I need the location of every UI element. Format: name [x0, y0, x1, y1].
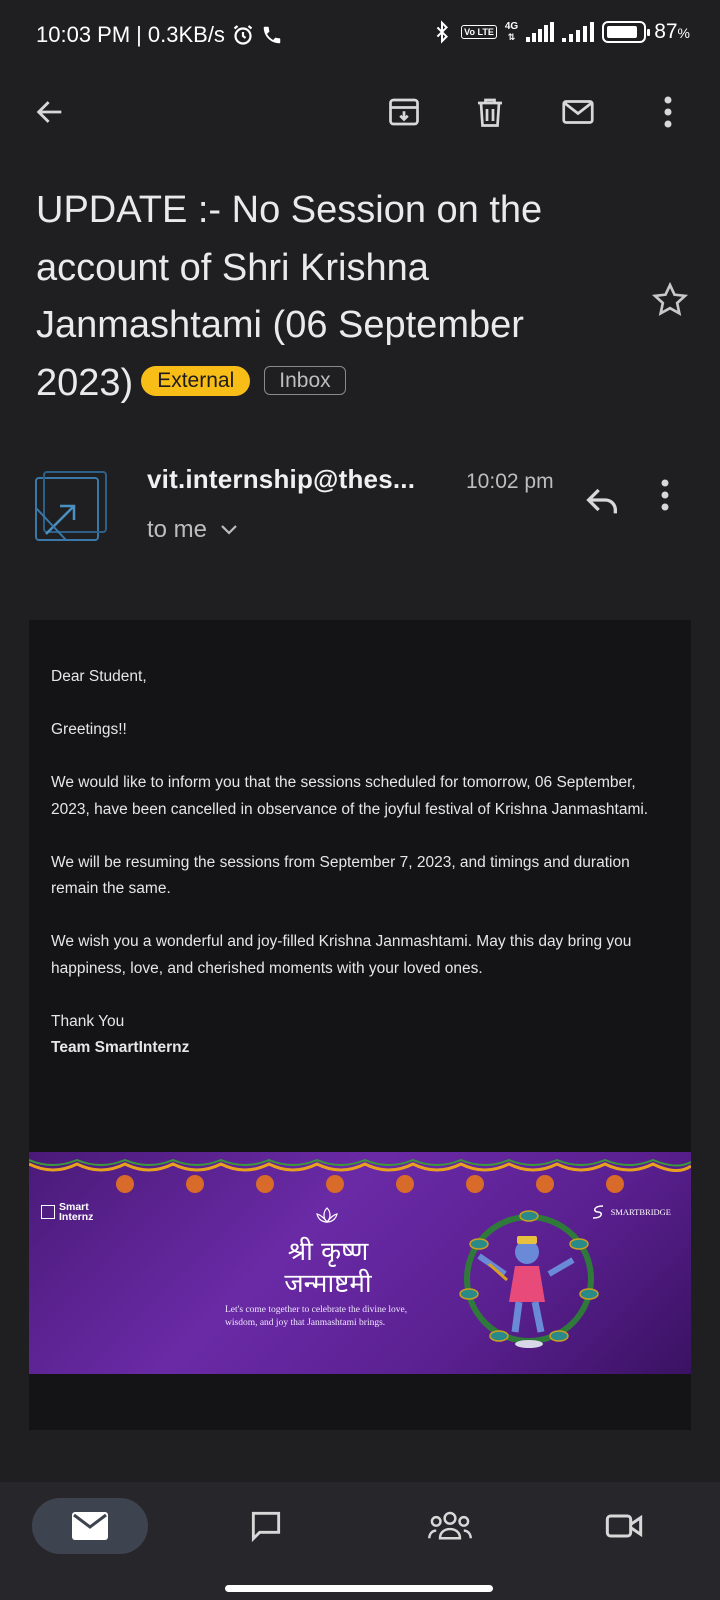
body-paragraph-1: We would like to inform you that the ses…	[51, 774, 649, 818]
signature: Team SmartInternz	[51, 1039, 190, 1056]
email-body: Dear Student, Greetings!! We would like …	[29, 620, 691, 1430]
gesture-home-bar[interactable]	[225, 1585, 493, 1592]
back-button[interactable]	[26, 88, 74, 136]
delete-button[interactable]	[466, 88, 514, 136]
reply-button[interactable]	[582, 480, 626, 524]
bottom-navigation	[0, 1482, 720, 1600]
more-options-button[interactable]	[648, 88, 688, 136]
trash-icon	[478, 98, 502, 127]
mail-icon	[72, 1512, 108, 1540]
status-left: 10:03 PM | 0.3KB/s	[36, 22, 283, 48]
krishna-illustration	[459, 1210, 599, 1348]
bluetooth-icon	[431, 20, 453, 44]
battery-percent: 87%	[654, 20, 690, 43]
volte-badge: Vo LTE	[461, 25, 497, 39]
more-vertical-icon	[664, 96, 672, 128]
call-icon	[261, 24, 283, 46]
banner-tagline: Let's come together to celebrate the div…	[225, 1305, 408, 1328]
nav-chat[interactable]	[238, 1498, 294, 1554]
email-toolbar	[0, 82, 720, 142]
signal-icon-sim2	[562, 22, 595, 42]
archive-icon	[389, 98, 419, 126]
gmail-email-screen: 10:03 PM | 0.3KB/s Vo LTE 4G ⇅ 87% UPDAT…	[0, 0, 720, 1600]
inbox-label[interactable]: Inbox	[264, 365, 346, 395]
janmashtami-banner-image[interactable]: Smart Internz SMARTBRIDGE श्री कृष्ण जन्म…	[29, 1152, 691, 1374]
network-type: 4G ⇅	[504, 21, 519, 43]
greeting: Dear Student,	[51, 668, 147, 685]
body-line-greetings: Greetings!!	[51, 721, 127, 738]
nav-mail[interactable]	[32, 1498, 148, 1554]
banner-title: श्री कृष्ण जन्माष्टमी	[284, 1237, 372, 1299]
spaces-icon	[428, 1511, 472, 1540]
email-body-text: Dear Student, Greetings!! We would like …	[51, 664, 671, 1062]
battery-level	[607, 26, 638, 38]
body-paragraph-2: We will be resuming the sessions from Se…	[51, 853, 630, 898]
smartinternz-logo: Smart Internz	[41, 1202, 93, 1222]
nav-spaces[interactable]	[420, 1498, 480, 1554]
sender-email[interactable]: vit.internship@thes...	[147, 464, 415, 495]
envelope-icon	[562, 100, 594, 124]
status-time: 10:03 PM	[36, 22, 131, 47]
archive-button[interactable]	[380, 88, 428, 136]
star-icon	[651, 281, 689, 316]
star-button[interactable]	[650, 280, 690, 320]
recipient-details-toggle[interactable]: to me	[147, 516, 239, 544]
status-right: Vo LTE 4G ⇅ 87%	[431, 20, 690, 44]
sender-avatar[interactable]	[30, 468, 110, 548]
reply-icon	[586, 488, 617, 514]
meet-icon	[605, 1514, 643, 1538]
more-vertical-icon	[661, 479, 669, 511]
signal-icon	[526, 22, 555, 42]
lotus-icon	[316, 1207, 338, 1223]
recipient-text: to me	[147, 516, 208, 543]
mark-unread-button[interactable]	[554, 88, 602, 136]
status-bar: 10:03 PM | 0.3KB/s Vo LTE 4G ⇅ 87%	[0, 0, 720, 70]
email-time: 10:02 pm	[466, 470, 554, 493]
network-speed: 0.3KB/s	[147, 22, 225, 47]
alarm-icon	[231, 23, 255, 47]
battery-icon	[602, 21, 651, 43]
chevron-down-icon	[221, 525, 237, 535]
email-subject: UPDATE :- No Session on the account of S…	[36, 182, 596, 412]
closing: Thank You	[51, 1012, 125, 1030]
external-label: External	[141, 365, 251, 396]
chat-icon	[251, 1511, 281, 1543]
nav-meet[interactable]	[596, 1498, 652, 1554]
arrow-left-icon	[36, 101, 62, 123]
body-paragraph-3: We wish you a wonderful and joy-filled K…	[51, 933, 632, 977]
message-more-button[interactable]	[660, 478, 700, 522]
